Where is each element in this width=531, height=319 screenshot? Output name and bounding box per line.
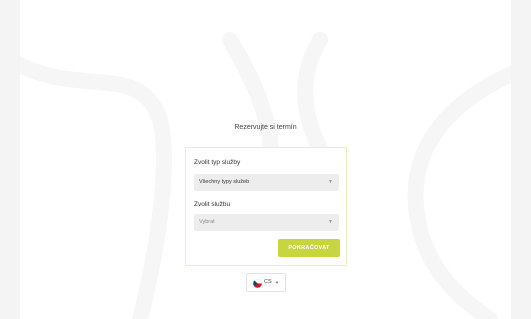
service-type-label: Zvolit typ služby <box>194 159 241 166</box>
language-selector[interactable]: CS ▼ <box>246 273 286 292</box>
service-type-select[interactable]: Všechny typy služeb ▼ <box>194 174 339 191</box>
chevron-down-icon: ▼ <box>275 280 279 285</box>
service-placeholder: Vybrat <box>199 219 215 225</box>
language-code: CS <box>264 279 272 285</box>
page-title: Rezervujte si termín <box>234 124 297 131</box>
booking-form: Zvolit typ služby Všechny typy služeb ▼ … <box>185 147 347 266</box>
chevron-down-icon: ▼ <box>328 219 333 225</box>
service-label: Zvolit službu <box>194 201 231 208</box>
service-select[interactable]: Vybrat ▼ <box>194 214 339 231</box>
czech-flag-icon <box>253 279 262 288</box>
chevron-down-icon: ▼ <box>328 179 333 185</box>
service-type-value: Všechny typy služeb <box>199 179 250 185</box>
continue-button[interactable]: POKRAČOVAT <box>278 239 340 257</box>
